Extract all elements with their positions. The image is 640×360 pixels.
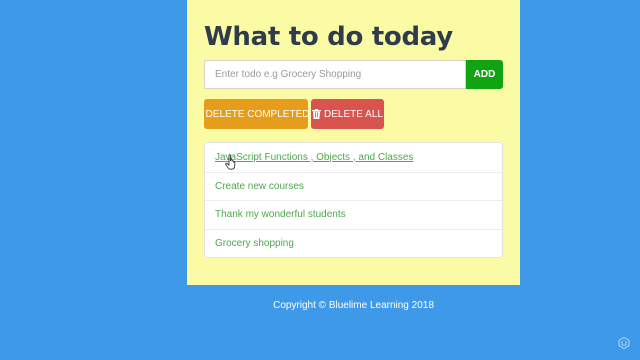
todo-item[interactable]: Thank my wonderful students — [205, 200, 502, 229]
todo-item[interactable]: JavaScript Functions , Objects , and Cla… — [205, 143, 502, 172]
delete-all-label: DELETE ALL — [324, 108, 383, 120]
page-title: What to do today — [204, 22, 453, 52]
delete-completed-label: DELETE COMPLETED — [205, 108, 310, 120]
todo-item-label[interactable]: JavaScript Functions , Objects , and Cla… — [215, 152, 413, 163]
todo-input-wrapper — [204, 60, 466, 89]
todo-item[interactable]: Create new courses — [205, 171, 502, 201]
trash-icon — [312, 109, 322, 119]
todo-input[interactable] — [205, 61, 465, 88]
todo-item-label[interactable]: Create new courses — [215, 181, 304, 192]
todo-list: JavaScript Functions , Objects , and Cla… — [204, 142, 503, 258]
todo-item-label[interactable]: Thank my wonderful students — [215, 209, 346, 220]
todo-item[interactable]: Grocery shopping — [205, 228, 502, 258]
delete-all-button[interactable]: DELETE ALL — [311, 99, 384, 129]
delete-completed-button[interactable]: DELETE COMPLETED — [204, 99, 310, 129]
add-button[interactable]: ADD — [466, 60, 503, 89]
todo-item-label[interactable]: Grocery shopping — [215, 238, 294, 249]
footer-copyright: Copyright © Bluelime Learning 2018 — [273, 300, 434, 311]
watermark-logo-icon — [618, 337, 630, 349]
hand-pointer-icon — [225, 154, 236, 170]
